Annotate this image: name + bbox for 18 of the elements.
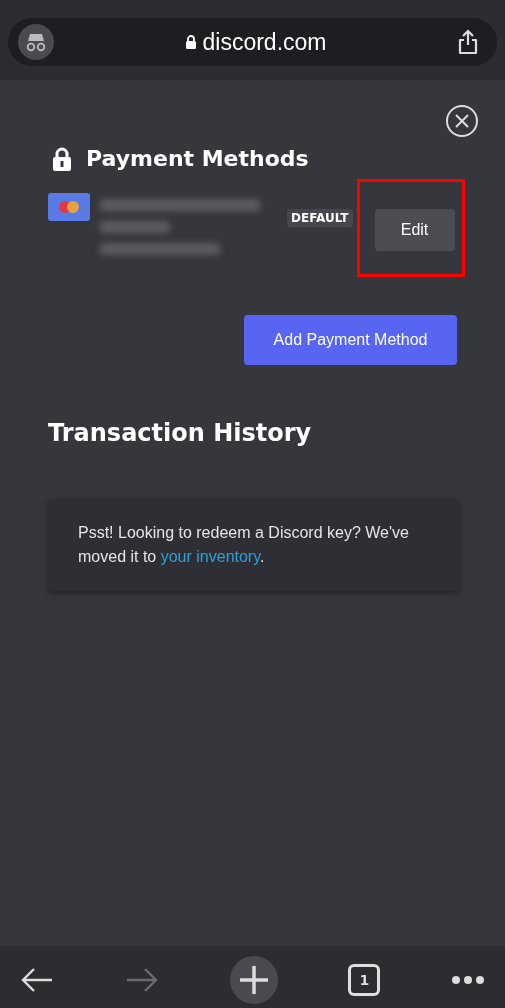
tabs-button[interactable]: 1 [348, 964, 381, 996]
more-icon[interactable] [451, 975, 485, 985]
section-title: Transaction History [48, 419, 313, 447]
card-brand-icon [48, 193, 90, 221]
edit-button[interactable]: Edit [374, 209, 455, 251]
url-text[interactable]: discord.com [202, 28, 327, 56]
lock-icon [52, 146, 72, 171]
section-title: Payment Methods [86, 146, 309, 171]
default-badge: DEFAULT [287, 209, 353, 227]
incognito-icon[interactable] [18, 24, 54, 60]
notice-text: Psst! Looking to redeem a Discord key? We've moved it to your inventory. [78, 523, 410, 567]
share-icon[interactable] [457, 29, 479, 55]
new-tab-icon[interactable] [229, 956, 278, 1004]
close-icon[interactable] [445, 104, 479, 138]
lock-icon [184, 35, 197, 49]
back-icon[interactable] [20, 967, 54, 993]
add-payment-method-button[interactable]: Add Payment Method [244, 315, 457, 365]
inventory-link[interactable]: your inventory [160, 548, 260, 565]
